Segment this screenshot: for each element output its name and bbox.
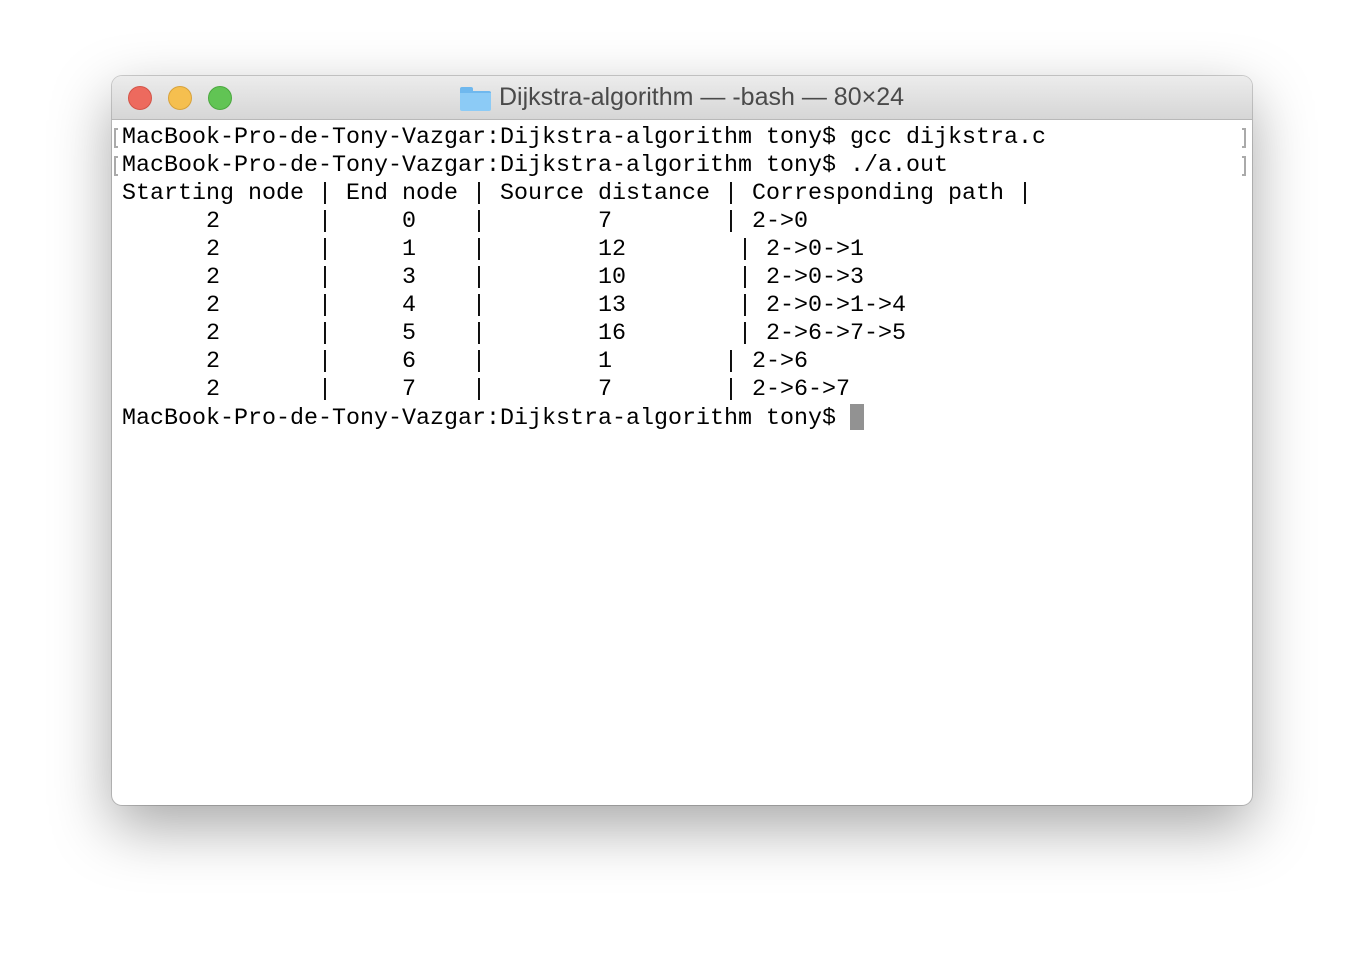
output-row: 2 | 6 | 1 | 2->6	[122, 349, 808, 375]
mark-bracket-left	[114, 128, 118, 148]
output-row: 2 | 0 | 7 | 2->0	[122, 209, 808, 235]
command-text: MacBook-Pro-de-Tony-Vazgar:Dijkstra-algo…	[122, 125, 1046, 151]
output-row: 2 | 3 | 10 | 2->0->3	[122, 265, 864, 291]
mark-bracket-left	[114, 156, 118, 176]
current-prompt-line[interactable]: MacBook-Pro-de-Tony-Vazgar:Dijkstra-algo…	[112, 404, 1252, 432]
title-bar[interactable]: Dijkstra-algorithm — -bash — 80×24	[112, 76, 1252, 120]
window-title-group: Dijkstra-algorithm — -bash — 80×24	[112, 76, 1252, 119]
command-line: MacBook-Pro-de-Tony-Vazgar:Dijkstra-algo…	[112, 152, 1252, 180]
output-row: 2 | 7 | 7 | 2->6->7	[122, 377, 850, 403]
mark-bracket-right	[1242, 156, 1246, 176]
output-row: 2 | 5 | 16 | 2->6->7->5	[122, 321, 906, 347]
text-cursor	[849, 404, 864, 430]
folder-icon	[459, 86, 491, 111]
command-text: MacBook-Pro-de-Tony-Vazgar:Dijkstra-algo…	[122, 153, 948, 179]
output-header: Starting node | End node | Source distan…	[122, 181, 1032, 207]
current-prompt: MacBook-Pro-de-Tony-Vazgar:Dijkstra-algo…	[122, 406, 850, 432]
window-title: Dijkstra-algorithm — -bash — 80×24	[498, 83, 905, 111]
output-row: 2 | 4 | 13 | 2->0->1->4	[122, 293, 906, 319]
output-row: 2 | 1 | 12 | 2->0->1	[122, 237, 864, 263]
mark-bracket-right	[1242, 128, 1246, 148]
terminal-content[interactable]: MacBook-Pro-de-Tony-Vazgar:Dijkstra-algo…	[112, 124, 1252, 805]
command-line: MacBook-Pro-de-Tony-Vazgar:Dijkstra-algo…	[112, 124, 1252, 152]
terminal-window: Dijkstra-algorithm — -bash — 80×24 MacBo…	[112, 76, 1252, 805]
